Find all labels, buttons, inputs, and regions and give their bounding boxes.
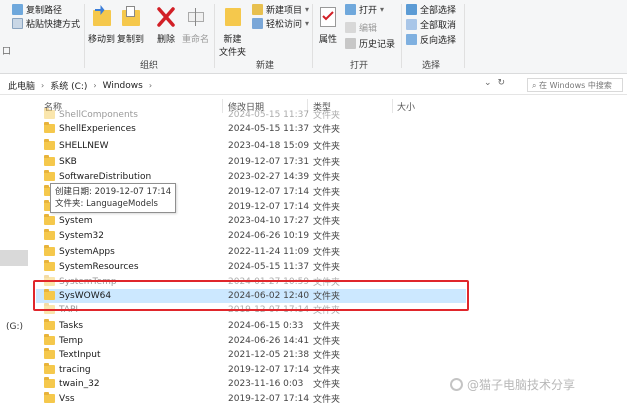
easy-access-button[interactable]: 轻松访问 ▾ bbox=[252, 17, 309, 30]
chevron-down-icon: ▾ bbox=[380, 5, 385, 14]
folder-icon bbox=[44, 363, 55, 375]
dropdown-icon[interactable]: ⌄ bbox=[484, 78, 492, 88]
refresh-icon[interactable]: ↻ bbox=[498, 78, 506, 88]
chevron-right-icon: › bbox=[93, 81, 97, 90]
ribbon: 复制路径 粘贴快捷方式 口 移动到 复制到 删除 重命名 组织 新建 文件夹 新… bbox=[0, 0, 627, 74]
copy-to-icon bbox=[120, 4, 142, 30]
chevron-right-icon: › bbox=[148, 81, 153, 90]
file-row[interactable]: SKB 2019-12-07 17:31 文件夹 bbox=[36, 155, 466, 169]
nav-selected-item[interactable] bbox=[0, 250, 28, 266]
select-all-icon bbox=[406, 4, 417, 15]
file-row[interactable]: System32 2024-06-26 10:19 文件夹 bbox=[36, 229, 466, 243]
folder-icon bbox=[44, 170, 55, 182]
file-row[interactable]: twain_32 2023-11-16 0:03 文件夹 bbox=[36, 377, 466, 391]
watermark-text: @猫子电脑技术分享 bbox=[467, 378, 576, 392]
file-row[interactable]: TextInput 2021-12-05 21:38 文件夹 bbox=[36, 348, 466, 362]
search-icon: ⌕ bbox=[532, 81, 537, 90]
chevron-down-icon: ▾ bbox=[305, 5, 310, 14]
chevron-down-icon: ▾ bbox=[305, 19, 310, 28]
paste-shortcut-icon bbox=[12, 18, 23, 29]
folder-icon bbox=[44, 229, 55, 241]
edit-icon bbox=[345, 22, 356, 33]
folder-tooltip: 创建日期: 2019-12-07 17:14 文件夹: LanguageMode… bbox=[50, 183, 177, 213]
ribbon-separator bbox=[464, 4, 465, 68]
folder-icon bbox=[44, 139, 55, 151]
new-group-label: 新建 bbox=[256, 61, 275, 71]
ribbon-separator bbox=[84, 4, 85, 68]
open-icon bbox=[345, 4, 356, 15]
folder-icon bbox=[44, 392, 55, 404]
rename-icon bbox=[185, 4, 207, 30]
folder-icon bbox=[44, 122, 55, 134]
file-row[interactable]: Temp 2024-06-26 14:41 文件夹 bbox=[36, 334, 466, 348]
invert-selection-icon bbox=[406, 34, 417, 45]
address-row: 此电脑 › 系统 (C:) › Windows › ⌄ ↻ ⌕ 在 Window… bbox=[0, 75, 627, 95]
ribbon-separator bbox=[312, 4, 313, 68]
file-row[interactable]: Tasks 2024-06-15 0:33 文件夹 bbox=[36, 319, 466, 333]
rename-button[interactable]: 重命名 bbox=[182, 4, 209, 45]
file-row[interactable]: ShellExperiences 2024-05-15 11:37 文件夹 bbox=[36, 122, 466, 136]
folder-icon bbox=[44, 214, 55, 226]
history-icon bbox=[345, 38, 356, 49]
tooltip-created: 创建日期: 2019-12-07 17:14 bbox=[55, 187, 172, 197]
watermark-logo-icon bbox=[450, 378, 463, 391]
organize-group-label: 组织 bbox=[140, 61, 159, 71]
ribbon-separator bbox=[401, 4, 402, 68]
folder-icon bbox=[44, 348, 55, 360]
easy-access-icon bbox=[252, 18, 263, 29]
delete-icon bbox=[155, 4, 177, 30]
properties-button[interactable]: 属性 bbox=[317, 4, 339, 45]
ribbon-separator bbox=[214, 4, 215, 68]
file-row[interactable]: System 2023-04-10 17:27 文件夹 bbox=[36, 214, 466, 228]
folder-icon bbox=[44, 377, 55, 389]
file-row[interactable]: SystemResources 2024-05-15 11:37 文件夹 bbox=[36, 260, 466, 274]
copy-path-button[interactable]: 复制路径 bbox=[12, 3, 62, 16]
edit-button[interactable]: 编辑 bbox=[345, 21, 377, 34]
file-row[interactable]: tracing 2019-12-07 17:14 文件夹 bbox=[36, 363, 466, 377]
folder-icon bbox=[44, 334, 55, 346]
folder-icon bbox=[44, 260, 55, 272]
breadcrumb[interactable]: 此电脑 › 系统 (C:) › Windows › bbox=[8, 79, 153, 93]
new-item-icon bbox=[252, 4, 263, 15]
delete-button[interactable]: 删除 bbox=[155, 4, 177, 45]
move-to-button[interactable]: 移动到 bbox=[88, 4, 115, 45]
address-tools: ⌄ ↻ bbox=[484, 78, 505, 88]
copy-path-icon bbox=[12, 4, 23, 15]
breadcrumb-windows[interactable]: Windows bbox=[103, 81, 143, 91]
history-button[interactable]: 历史记录 bbox=[345, 37, 395, 50]
paste-shortcut-button[interactable]: 粘贴快捷方式 bbox=[12, 17, 80, 30]
search-input[interactable]: ⌕ 在 Windows 中搜索 bbox=[527, 78, 623, 92]
invert-selection-button[interactable]: 反向选择 bbox=[406, 33, 456, 46]
new-item-button[interactable]: 新建项目 ▾ bbox=[252, 3, 309, 16]
new-folder-button[interactable]: 新建 文件夹 bbox=[219, 4, 246, 58]
copy-to-button[interactable]: 复制到 bbox=[117, 4, 144, 45]
tooltip-folder: 文件夹: LanguageModels bbox=[55, 199, 158, 209]
file-row[interactable]: SystemApps 2022-11-24 11:09 文件夹 bbox=[36, 245, 466, 259]
open-button[interactable]: 打开 ▾ bbox=[345, 3, 384, 16]
file-row[interactable]: SHELLNEW 2023-04-18 15:09 文件夹 bbox=[36, 139, 466, 153]
clipboard-group-fragment: 口 bbox=[2, 47, 12, 57]
select-none-icon bbox=[406, 19, 417, 30]
breadcrumb-system-drive[interactable]: 系统 (C:) bbox=[50, 79, 87, 92]
new-folder-icon bbox=[222, 4, 244, 30]
file-row[interactable]: Vss 2019-12-07 17:14 文件夹 bbox=[36, 392, 466, 406]
open-group-label: 打开 bbox=[350, 61, 369, 71]
highlight-annotation bbox=[33, 280, 469, 311]
nav-drive-g[interactable]: (G:) bbox=[6, 322, 23, 332]
chevron-right-icon: › bbox=[41, 81, 45, 90]
watermark: @猫子电脑技术分享 bbox=[450, 376, 575, 393]
select-none-button[interactable]: 全部取消 bbox=[406, 18, 456, 31]
select-group-label: 选择 bbox=[422, 61, 441, 71]
folder-icon bbox=[44, 155, 55, 167]
file-row[interactable]: SoftwareDistribution 2023-02-27 14:39 文件夹 bbox=[36, 170, 466, 184]
folder-icon bbox=[44, 108, 55, 120]
file-row[interactable]: ShellComponents 2024-05-15 11:37 文件夹 bbox=[36, 108, 466, 122]
move-to-icon bbox=[91, 4, 113, 30]
folder-icon bbox=[44, 319, 55, 331]
select-all-button[interactable]: 全部选择 bbox=[406, 3, 456, 16]
properties-icon bbox=[317, 4, 339, 30]
folder-icon bbox=[44, 245, 55, 257]
search-placeholder: 在 Windows 中搜索 bbox=[539, 81, 612, 90]
breadcrumb-this-pc[interactable]: 此电脑 bbox=[8, 79, 35, 92]
